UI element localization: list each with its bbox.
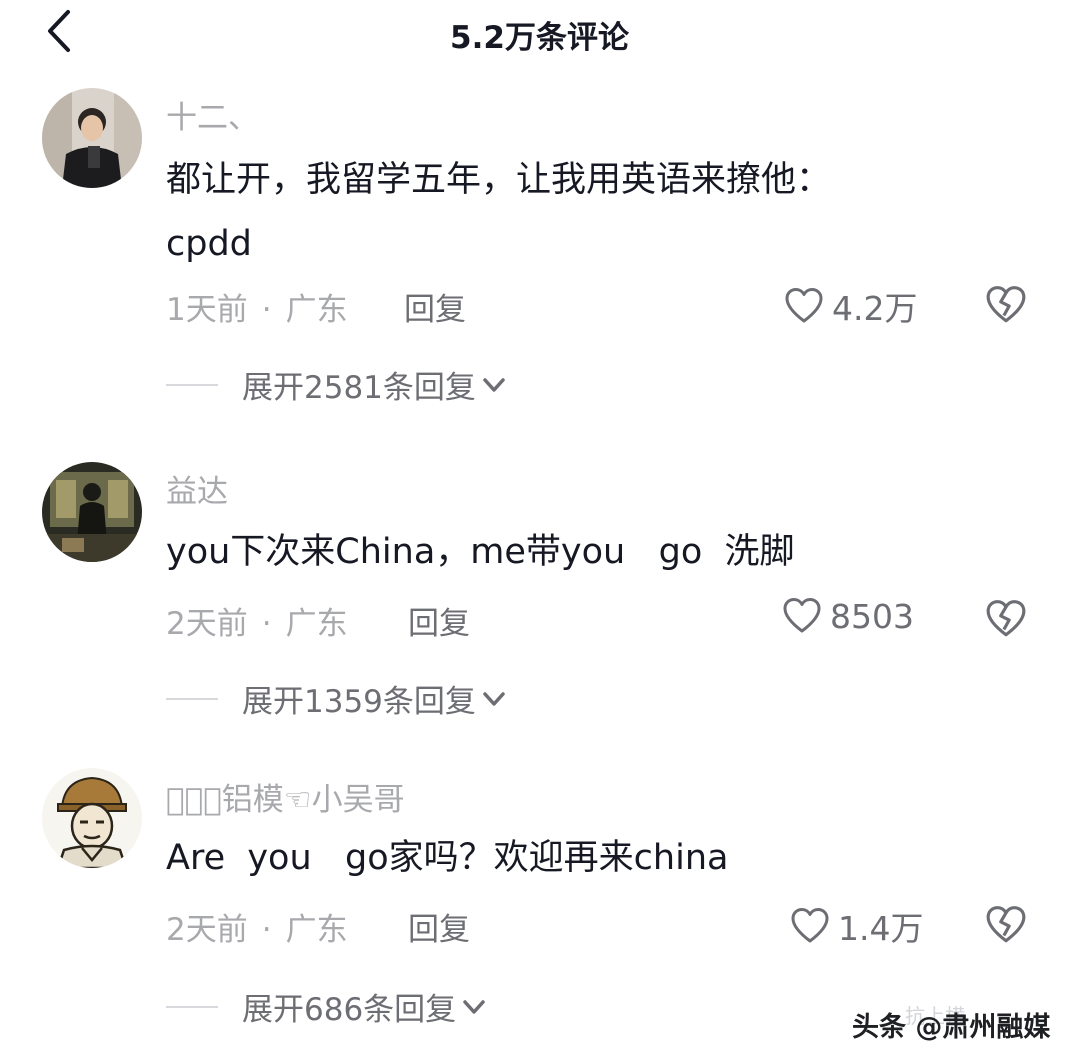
username[interactable]: 􀀀􀀀􀀀铝模☜小吴哥 [166, 774, 405, 819]
avatar[interactable] [42, 462, 142, 562]
comment-meta: 1天前 · 广东 [166, 292, 348, 328]
comment-time: 2天前 [166, 606, 248, 642]
comment-text: Are you go家吗？欢迎再来china [166, 838, 729, 878]
dislike-button[interactable] [985, 284, 1027, 326]
comment-location: 广东 [285, 912, 348, 948]
comment-text: you下次来China，me带you go 洗脚 [166, 532, 795, 572]
top-bar: 5.2万条评论 [0, 0, 1079, 70]
broken-heart-icon [986, 906, 1026, 943]
divider-line [166, 697, 218, 700]
like-button[interactable]: 8503 [782, 596, 914, 636]
divider-line [166, 1005, 218, 1008]
reply-button[interactable]: 回复 [408, 598, 470, 643]
source-watermark: 头条 @肃州融媒 [852, 1012, 1051, 1043]
chevron-down-icon [483, 377, 505, 392]
like-button[interactable]: 4.2万 [784, 282, 917, 330]
reply-button[interactable]: 回复 [404, 284, 466, 329]
expand-replies-button[interactable]: 展开686条回复 [166, 984, 488, 1029]
comment-time: 2天前 [166, 912, 248, 948]
like-count: 1.4万 [838, 909, 924, 948]
heart-outline-icon [785, 288, 823, 323]
comment-location: 广东 [285, 292, 348, 328]
like-button[interactable]: 1.4万 [790, 902, 923, 950]
avatar[interactable] [42, 768, 142, 868]
username[interactable]: 十二、 [166, 92, 259, 137]
heart-outline-icon [791, 908, 829, 943]
chevron-down-icon [483, 691, 505, 706]
chevron-down-icon [463, 999, 485, 1014]
avatar[interactable] [42, 88, 142, 188]
divider-line [166, 383, 218, 386]
expand-replies-button[interactable]: 展开1359条回复 [166, 676, 508, 721]
expand-replies-button[interactable]: 展开2581条回复 [166, 362, 508, 407]
expand-replies-label: 展开686条回复 [242, 992, 457, 1028]
comment-time: 1天前 [166, 292, 248, 328]
like-count: 4.2万 [832, 289, 918, 328]
reply-button[interactable]: 回复 [408, 904, 470, 949]
comment-meta: 2天前 · 广东 [166, 912, 348, 948]
expand-replies-label: 展开2581条回复 [242, 370, 476, 406]
comment-text: 都让开，我留学五年，让我用英语来撩他： cpdd [166, 160, 832, 264]
broken-heart-icon [986, 286, 1026, 323]
broken-heart-icon [986, 600, 1026, 637]
page-title: 5.2万条评论 [450, 20, 629, 56]
like-count: 8503 [830, 596, 914, 636]
comment-location: 广东 [285, 606, 348, 642]
username[interactable]: 益达 [166, 466, 228, 511]
heart-outline-icon [783, 598, 821, 633]
comment-meta: 2天前 · 广东 [166, 606, 348, 642]
dislike-button[interactable] [985, 904, 1027, 946]
expand-replies-label: 展开1359条回复 [242, 684, 476, 720]
dislike-button[interactable] [985, 598, 1027, 640]
